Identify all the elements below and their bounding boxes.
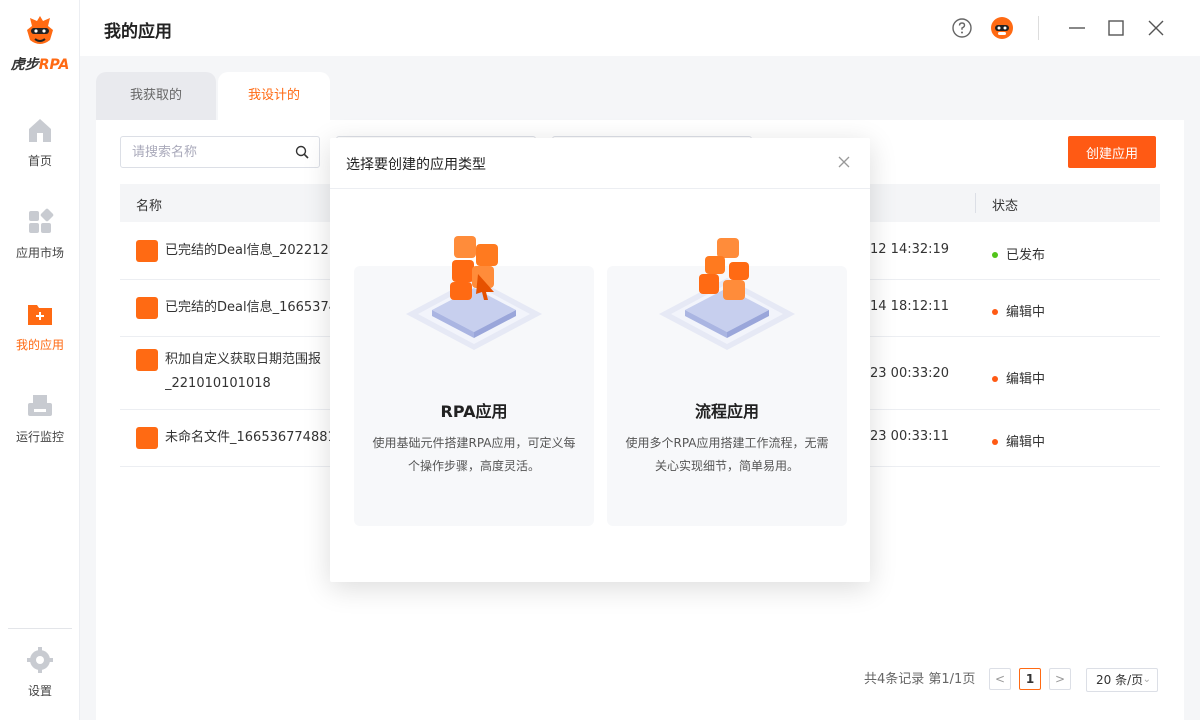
robot-avatar-icon (991, 17, 1013, 39)
card-title: 流程应用 (694, 402, 759, 421)
chevron-down-icon: ⌄ (1142, 674, 1151, 685)
updated-time: 14 18:12:11 (870, 299, 950, 314)
column-separator (975, 193, 976, 213)
sidebar-item-label: 应用市场 (15, 246, 64, 260)
status-dot (992, 375, 998, 382)
updated-time: 12 14:32:19 (870, 242, 950, 257)
flow-cubes-illustration-icon (659, 238, 795, 350)
tiger-logo-icon (24, 14, 56, 50)
header: 我的应用 (80, 0, 1200, 56)
sidebar-item-app-market[interactable]: 应用市场 (0, 208, 80, 261)
page-number-current[interactable]: 1 (1019, 668, 1041, 690)
column-header-name: 名称 (136, 199, 163, 214)
page-title: 我的应用 (104, 22, 172, 42)
sidebar: 虎步RPA 首页 应用市场 我的应用 运行监控 设置 (0, 0, 80, 720)
search-input[interactable] (121, 137, 281, 167)
app-name[interactable]: 已完结的Deal信息_2022121 (165, 240, 335, 262)
app-logo: 虎步RPA (0, 14, 80, 74)
page-size-select[interactable]: 20 条/页 ⌄ (1086, 668, 1158, 692)
app-file-icon (136, 427, 158, 449)
status-badge: 编辑中 (992, 368, 1045, 387)
rpa-cubes-illustration-icon (406, 236, 542, 350)
create-app-dialog: 选择要创建的应用类型 RPA应用 使用基础元件搭建RPA应用，可定义每个操作步骤… (330, 138, 870, 582)
dialog-title: 选择要创建的应用类型 (346, 157, 486, 173)
maximize-button[interactable] (1104, 16, 1128, 40)
dialog-close-icon[interactable] (836, 154, 852, 170)
minimize-button[interactable] (1065, 16, 1089, 40)
maximize-icon (1108, 20, 1124, 36)
help-circle-icon (952, 18, 972, 38)
updated-time: 23 00:33:11 (870, 429, 950, 444)
monitor-printer-icon (28, 395, 52, 416)
app-name[interactable]: 已完结的Deal信息_1665374 (165, 297, 335, 319)
card-description: 使用多个RPA应用搭建工作流程，无需关心实现细节，简单易用。 (625, 436, 829, 473)
pagination-summary: 共4条记录 第1/1页 (864, 672, 976, 687)
search-box (120, 136, 320, 168)
status-badge: 编辑中 (992, 301, 1045, 320)
user-avatar[interactable] (990, 16, 1014, 40)
minimize-icon (1069, 27, 1085, 29)
window-close-button[interactable] (1144, 16, 1168, 40)
sidebar-item-label: 首页 (27, 154, 52, 168)
next-page-button[interactable]: > (1049, 668, 1071, 690)
app-name-line2: _221010101018 (165, 376, 271, 391)
sidebar-item-label: 我的应用 (15, 338, 64, 352)
sidebar-item-home[interactable]: 首页 (0, 116, 80, 169)
sidebar-item-my-apps[interactable]: 我的应用 (0, 300, 80, 353)
status-dot (992, 251, 998, 258)
card-description: 使用基础元件搭建RPA应用，可定义每个操作步骤，高度灵活。 (372, 436, 576, 473)
app-name[interactable]: 未命名文件_166536774881 (165, 427, 335, 449)
status-dot (992, 438, 998, 445)
home-icon (29, 119, 51, 142)
sidebar-divider (8, 628, 72, 629)
folder-plus-icon (28, 305, 52, 325)
sidebar-item-settings[interactable]: 设置 (0, 646, 80, 699)
card-rpa-app[interactable]: RPA应用 使用基础元件搭建RPA应用，可定义每个操作步骤，高度灵活。 (354, 236, 594, 526)
card-flow-app[interactable]: 流程应用 使用多个RPA应用搭建工作流程，无需关心实现细节，简单易用。 (607, 238, 847, 526)
gear-icon (27, 647, 53, 673)
prev-page-button[interactable]: < (989, 668, 1011, 690)
app-name[interactable]: 积加自定义获取日期范围报 (165, 349, 335, 371)
column-header-status: 状态 (992, 199, 1019, 214)
header-separator (1038, 16, 1039, 40)
app-file-icon (136, 240, 158, 262)
status-badge: 编辑中 (992, 431, 1045, 450)
search-icon[interactable] (295, 145, 309, 159)
close-icon (1148, 20, 1164, 36)
status-badge: 已发布 (992, 244, 1045, 263)
create-app-button[interactable]: 创建应用 (1068, 136, 1156, 168)
sidebar-item-label: 运行监控 (15, 430, 64, 444)
app-file-icon (136, 349, 158, 371)
status-dot (992, 308, 998, 315)
apps-grid-icon (29, 208, 54, 233)
app-file-icon (136, 297, 158, 319)
tab-acquired[interactable]: 我获取的 (96, 72, 216, 120)
sidebar-item-monitor[interactable]: 运行监控 (0, 392, 80, 445)
logo-text: 虎步RPA (10, 57, 70, 73)
tab-designed[interactable]: 我设计的 (218, 72, 330, 120)
settings-label: 设置 (27, 684, 52, 698)
dialog-divider (330, 188, 870, 189)
card-title: RPA应用 (440, 402, 508, 421)
help-button[interactable] (950, 16, 974, 40)
updated-time: 23 00:33:20 (870, 366, 950, 381)
